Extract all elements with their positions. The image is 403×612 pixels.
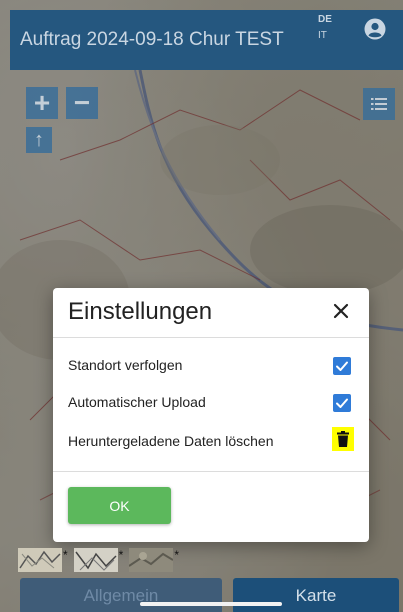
- home-indicator: [140, 602, 282, 606]
- setting-label-track-location: Standort verfolgen: [68, 357, 183, 373]
- checkmark-icon: [336, 361, 348, 371]
- page-title: Auftrag 2024-09-18 Chur TEST: [20, 29, 284, 50]
- list-icon: [371, 98, 387, 110]
- settings-dialog: Einstellungen Standort verfolgen Automat…: [53, 288, 369, 542]
- auto-upload-checkbox[interactable]: [333, 394, 351, 412]
- north-button[interactable]: ↑: [26, 127, 52, 153]
- map-thumbnail-image: [73, 548, 118, 572]
- trash-icon: [337, 431, 349, 447]
- thumbnail-marker: *: [63, 548, 68, 562]
- tab-karte[interactable]: Karte: [233, 578, 399, 612]
- thumbnail-1[interactable]: *: [18, 548, 68, 572]
- arrow-up-icon: ↑: [34, 128, 44, 151]
- map-thumbnail-image: [129, 548, 174, 572]
- map-thumbnail-image: [18, 548, 62, 572]
- divider: [53, 471, 369, 472]
- track-location-checkbox[interactable]: [333, 357, 351, 375]
- ok-button-label: OK: [109, 497, 130, 514]
- thumbnail-marker: *: [174, 548, 180, 562]
- setting-label-auto-upload: Automatischer Upload: [68, 394, 206, 410]
- dialog-title: Einstellungen: [68, 298, 213, 325]
- zoom-in-button[interactable]: +: [26, 87, 58, 119]
- ok-button[interactable]: OK: [68, 487, 171, 524]
- close-icon[interactable]: [331, 301, 351, 321]
- app-header: Auftrag 2024-09-18 Chur TEST: [10, 10, 403, 70]
- thumbnail-2[interactable]: *: [73, 548, 124, 572]
- zoom-out-button[interactable]: −: [66, 87, 98, 119]
- thumbnail-3[interactable]: *: [129, 548, 179, 572]
- setting-label-delete-data: Heruntergeladene Daten löschen: [68, 433, 274, 449]
- layer-thumbnails: * * *: [18, 548, 179, 572]
- divider: [53, 337, 369, 338]
- thumbnail-marker: *: [118, 548, 124, 562]
- layers-button[interactable]: [363, 88, 395, 120]
- user-circle-icon[interactable]: [364, 18, 386, 40]
- tab-label: Karte: [295, 586, 337, 605]
- language-switcher[interactable]: DE IT: [318, 12, 340, 44]
- minus-icon: −: [73, 87, 91, 118]
- checkmark-icon: [336, 398, 348, 408]
- language-it[interactable]: IT: [318, 28, 340, 44]
- tab-allgemein[interactable]: Allgemein: [20, 578, 222, 612]
- language-de[interactable]: DE: [318, 12, 340, 28]
- delete-data-button[interactable]: [332, 427, 354, 451]
- plus-icon: +: [33, 87, 51, 118]
